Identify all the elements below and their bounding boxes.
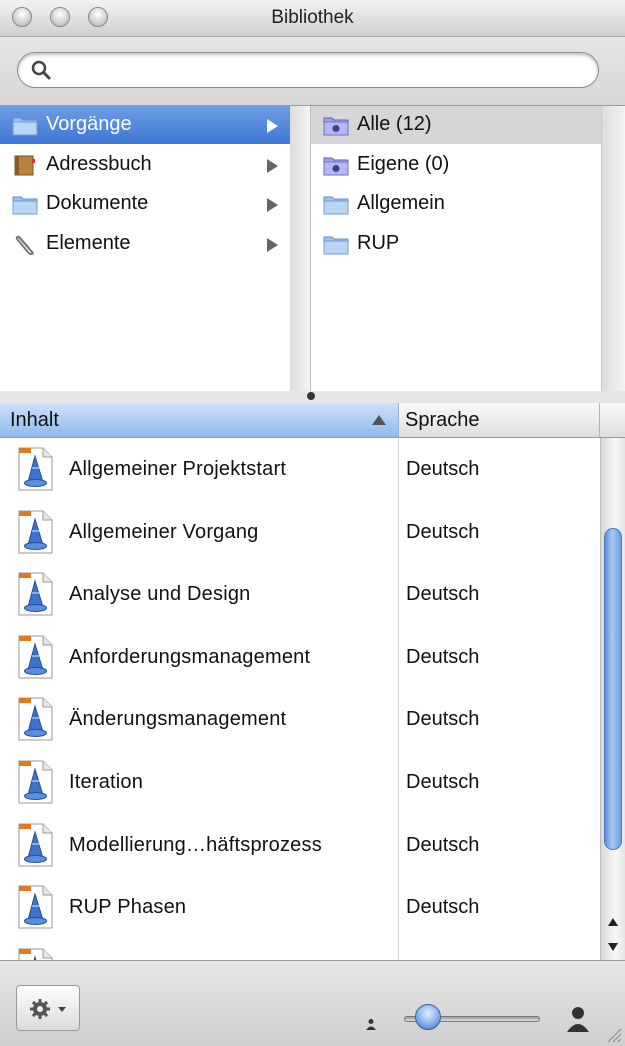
- action-menu-button[interactable]: [16, 985, 80, 1031]
- wizard-document-icon: [16, 446, 54, 492]
- window-title: Bibliothek: [271, 7, 354, 28]
- row-name: Anforderungsmanagement: [69, 645, 311, 668]
- row-name: Änderungsmanagement: [69, 708, 287, 731]
- row-name: Allgemeiner Projektstart: [69, 458, 287, 480]
- subcategory-item-label: Alle (12): [357, 113, 432, 135]
- splitter-handle[interactable]: [307, 392, 315, 400]
- table-row[interactable]: Änderungsmanagement Deutsch: [0, 688, 600, 751]
- subcategory-item[interactable]: Alle (12): [311, 106, 601, 144]
- subcategory-item-label: Allgemein: [357, 192, 445, 214]
- table-row[interactable]: Modellierung…häftsprozess Deutsch: [0, 814, 600, 877]
- browser-column-subcategories: Alle (12) Eigene (0) Allgemein RUP: [311, 106, 601, 391]
- row-language: Deutsch: [406, 771, 480, 793]
- person-large-icon: [567, 1007, 589, 1032]
- column-header-label: Inhalt: [10, 409, 59, 431]
- row-name: Iteration: [69, 771, 144, 793]
- wizard-document-icon: [16, 947, 54, 960]
- browser-column-categories: Vorgänge Adressbuch Dokumente Elemente: [0, 106, 291, 391]
- row-name: RUP Phasen: [69, 896, 187, 919]
- scroll-thumb[interactable]: [604, 528, 622, 850]
- row-name: Analyse und Design: [69, 583, 251, 606]
- chevron-right-icon: [267, 158, 278, 173]
- category-item-label: Elemente: [46, 231, 131, 254]
- title-bar[interactable]: Bibliothek: [0, 0, 625, 37]
- row-language: Deutsch: [406, 833, 480, 856]
- category-item[interactable]: Vorgänge: [0, 106, 290, 144]
- row-language: Deutsch: [406, 520, 480, 543]
- subcategory-item[interactable]: Allgemein: [311, 185, 601, 223]
- row-language: Deutsch: [406, 583, 480, 606]
- subcategory-item-label: Eigene (0): [357, 152, 450, 175]
- column-header-label: Sprache: [405, 409, 480, 431]
- table-row[interactable]: Allgemeiner Projektstart Deutsch: [0, 438, 600, 501]
- row-name: Allgemeiner Vorgang: [69, 520, 259, 543]
- table-row[interactable]: RUP Phasen Deutsch: [0, 876, 600, 939]
- paperclip-icon: [12, 233, 38, 255]
- column-browser: Vorgänge Adressbuch Dokumente Elemente Alle…: [0, 106, 625, 392]
- chevron-down-icon: [58, 1007, 66, 1012]
- chevron-right-icon: [267, 237, 278, 252]
- column-scrollbar[interactable]: [290, 106, 311, 391]
- search-field[interactable]: [17, 52, 599, 88]
- gear-icon: [30, 999, 50, 1019]
- folder-icon: [323, 233, 349, 255]
- zoom-slider-knob[interactable]: [415, 1004, 441, 1030]
- bottom-bar: [0, 960, 625, 1046]
- content-table: Inhalt Sprache Allgemeiner Projektstart D…: [0, 403, 625, 960]
- wizard-document-icon: [16, 571, 54, 617]
- category-item-label: Dokumente: [46, 192, 149, 214]
- subcategory-item[interactable]: RUP: [311, 225, 601, 263]
- chevron-right-icon: [267, 198, 278, 212]
- wizard-document-icon: [16, 696, 54, 742]
- scroll-up-arrow-icon[interactable]: [608, 918, 618, 926]
- resize-grip-icon[interactable]: [606, 1027, 622, 1043]
- scroll-down-arrow-icon[interactable]: [608, 943, 618, 951]
- folder-icon: [12, 114, 38, 136]
- table-row[interactable]: Anforderungsmanagement Deutsch: [0, 626, 600, 689]
- row-language: Deutsch: [406, 708, 480, 731]
- toolbar: [0, 37, 625, 106]
- column-header-sprache[interactable]: Sprache: [399, 403, 600, 437]
- table-row[interactable]: Analyse und Design Deutsch: [0, 563, 600, 626]
- category-item[interactable]: Elemente: [0, 225, 290, 263]
- person-small-icon: [366, 1019, 376, 1030]
- category-item[interactable]: Adressbuch: [0, 146, 290, 184]
- subcategory-item-label: RUP: [357, 231, 400, 254]
- wizard-document-icon: [16, 759, 54, 805]
- folder-icon: [12, 193, 38, 215]
- table-row[interactable]: Allgemeiner Vorgang Deutsch: [0, 501, 600, 564]
- library-window: Bibliothek Vorgänge Adressbuch Dokumente El…: [0, 0, 625, 1046]
- column-scrollbar[interactable]: [601, 106, 625, 391]
- category-item-label: Vorgänge: [46, 113, 132, 135]
- row-language: Deutsch: [406, 645, 480, 668]
- chevron-right-icon: [267, 119, 278, 133]
- table-scrollbar[interactable]: [600, 438, 625, 960]
- category-item-label: Adressbuch: [46, 152, 152, 175]
- wizard-document-icon: [16, 509, 54, 555]
- smart-folder-icon: [323, 154, 349, 176]
- sort-ascending-icon: [372, 415, 386, 425]
- folder-icon: [323, 193, 349, 215]
- table-row[interactable]: Iteration Deutsch: [0, 751, 600, 814]
- smart-folder-icon: [323, 114, 349, 136]
- search-icon: [31, 60, 51, 80]
- address-book-icon: [12, 154, 38, 176]
- search-input[interactable]: [58, 58, 582, 84]
- table-body: Allgemeiner Projektstart Deutsch Allgemei…: [0, 438, 600, 960]
- column-header-inhalt[interactable]: Inhalt: [0, 403, 399, 437]
- split-view-divider[interactable]: [0, 391, 625, 403]
- wizard-document-icon: [16, 634, 54, 680]
- category-item[interactable]: Dokumente: [0, 185, 290, 223]
- row-language: Deutsch: [406, 896, 480, 919]
- wizard-document-icon: [16, 884, 54, 930]
- row-name: Modellierung…häftsprozess: [69, 833, 322, 856]
- table-row[interactable]: [0, 939, 600, 960]
- row-language: Deutsch: [406, 458, 480, 480]
- table-header: Inhalt Sprache: [0, 403, 625, 438]
- subcategory-item[interactable]: Eigene (0): [311, 146, 601, 184]
- wizard-document-icon: [16, 822, 54, 868]
